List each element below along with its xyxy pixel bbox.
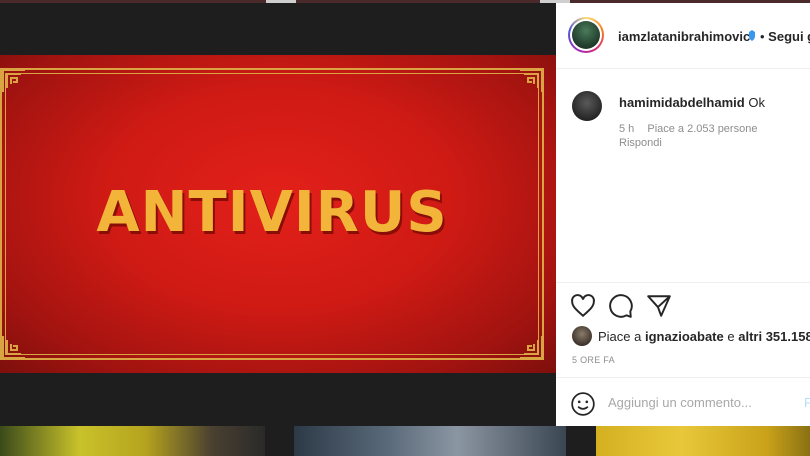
likes-prefix: Piace a	[598, 329, 642, 344]
reply-button[interactable]: Rispondi	[619, 137, 662, 149]
share-icon[interactable]	[646, 293, 672, 319]
ornament-corner-icon	[520, 336, 543, 359]
emoji-icon[interactable]	[570, 391, 596, 417]
comment-input[interactable]	[608, 395, 798, 410]
likes-conjunction: e	[727, 329, 735, 344]
ornament-corner-icon	[2, 69, 25, 92]
comment-text: hamimidabdelhamid Ok	[619, 95, 765, 110]
follow-label: Segui g	[768, 29, 810, 44]
post-actions: Piace a ignazioabate e altri 351.158 5 O…	[556, 282, 810, 426]
liker-username[interactable]: ignazioabate	[645, 329, 724, 344]
background-thumbnail[interactable]	[294, 426, 566, 456]
background-thumbnails	[0, 426, 810, 456]
verified-icon	[749, 30, 755, 41]
ornament-corner-icon	[520, 69, 543, 92]
follow-button[interactable]: • Segui g	[760, 29, 810, 44]
comment-likes[interactable]: Piace a 2.053 persone	[647, 123, 757, 135]
author-username[interactable]: iamzlatanibrahimovic	[618, 29, 750, 44]
publish-button[interactable]: P	[804, 395, 810, 410]
post-headline: ANTIVIRUS	[96, 180, 448, 245]
comment-icon[interactable]	[608, 293, 634, 319]
ornament-corner-icon	[2, 336, 25, 359]
likes-others-count[interactable]: altri 351.158	[738, 329, 810, 344]
post-timestamp[interactable]: 5 ORE FA	[572, 355, 615, 365]
comment-body: Ok	[748, 95, 765, 110]
comment-time[interactable]: 5 h	[619, 123, 634, 135]
post-header: iamzlatanibrahimovic • Segui g	[556, 3, 810, 69]
commenter-username[interactable]: hamimidabdelhamid	[619, 95, 745, 110]
comment-meta: 5 h Piace a 2.053 persone	[619, 123, 767, 135]
likes-text: Piace a ignazioabate e altri 351.158	[598, 329, 810, 344]
liker-avatar[interactable]	[572, 326, 592, 346]
instagram-post-viewer: ANTIVIRUS iamzlatanibrahimovic • Segui g…	[0, 0, 810, 456]
post-side-panel: iamzlatanibrahimovic • Segui g hamimidab…	[556, 3, 810, 426]
background-thumbnail[interactable]	[0, 426, 265, 456]
background-strip	[266, 0, 296, 3]
add-comment-bar: P	[556, 377, 810, 427]
heart-icon[interactable]	[570, 293, 596, 319]
commenter-avatar[interactable]	[572, 91, 602, 121]
background-thumbnail[interactable]	[596, 426, 810, 456]
author-avatar[interactable]	[568, 17, 604, 53]
